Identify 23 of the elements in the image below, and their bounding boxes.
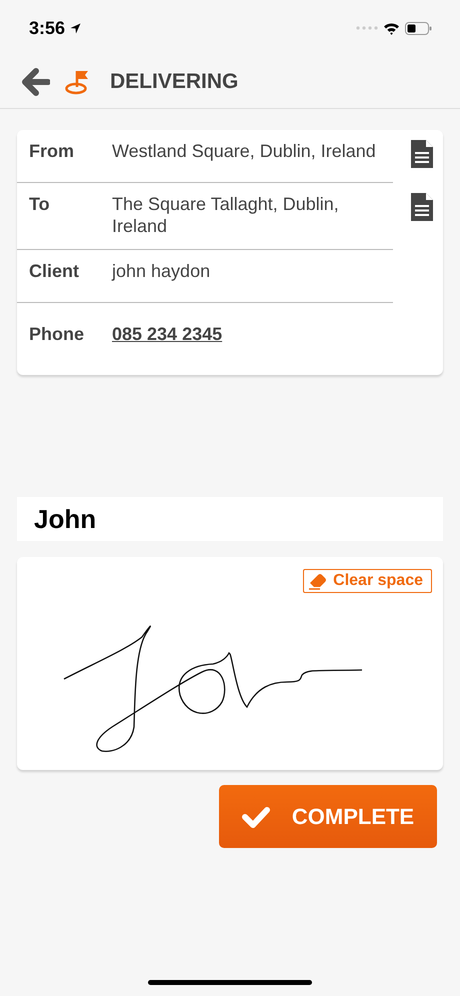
wifi-icon bbox=[383, 22, 400, 34]
detail-value: The Square Tallaght, Dublin, Ireland bbox=[112, 193, 340, 237]
signal-icon bbox=[356, 26, 378, 30]
detail-value: Westland Square, Dublin, Ireland bbox=[112, 140, 377, 163]
name-field[interactable]: John bbox=[17, 497, 443, 541]
document-icon[interactable] bbox=[411, 140, 433, 168]
signature-pad[interactable]: Clear space bbox=[17, 557, 443, 770]
eraser-icon bbox=[308, 572, 328, 590]
checkmark-icon bbox=[242, 806, 270, 828]
screen-title: DELIVERING bbox=[110, 70, 238, 94]
complete-button[interactable]: COMPLETE bbox=[219, 785, 437, 848]
back-arrow-icon[interactable] bbox=[22, 68, 50, 96]
detail-label: Phone bbox=[29, 323, 86, 346]
clear-space-button[interactable]: Clear space bbox=[303, 569, 432, 593]
clock-time: 3:56 bbox=[29, 18, 66, 38]
phone-link[interactable]: 085 234 2345 bbox=[112, 323, 393, 353]
detail-value: john haydon bbox=[112, 260, 212, 283]
detail-label: From bbox=[29, 140, 75, 163]
location-arrow-icon bbox=[70, 22, 82, 34]
document-icon[interactable] bbox=[411, 193, 433, 221]
battery-icon bbox=[405, 22, 432, 34]
detail-label: Client bbox=[29, 260, 80, 283]
detail-label: To bbox=[29, 193, 51, 216]
